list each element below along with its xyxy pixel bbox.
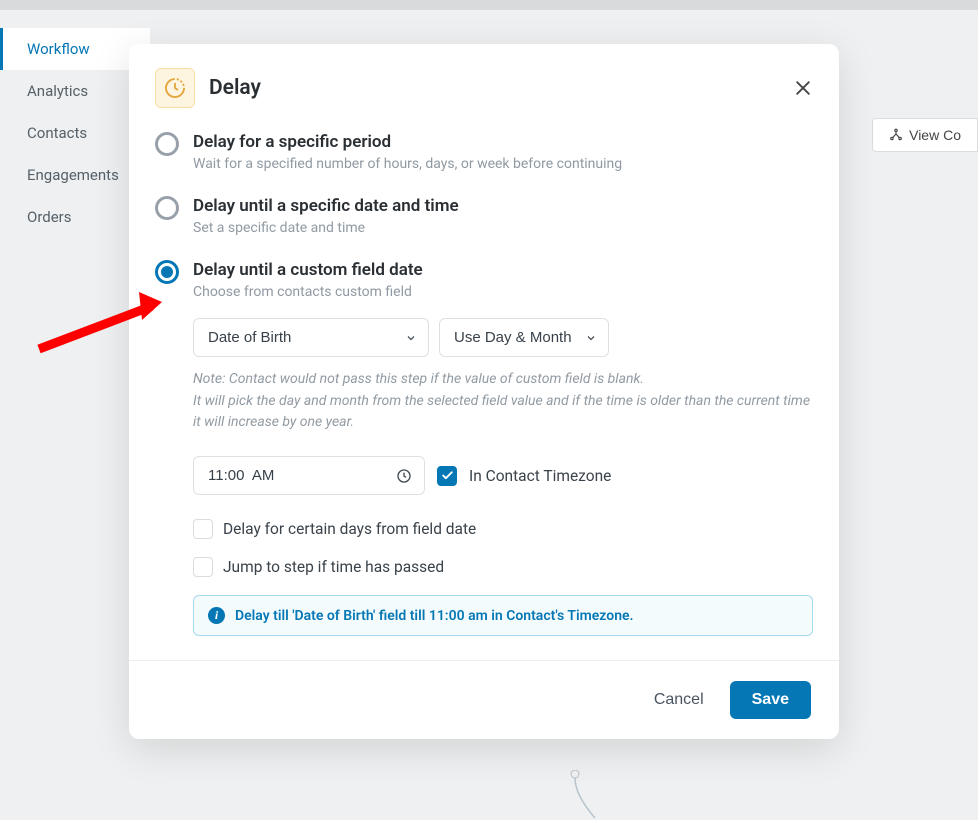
close-icon[interactable] xyxy=(793,78,813,98)
jump-checkbox[interactable] xyxy=(193,557,213,577)
radio-title: Delay for a specific period xyxy=(193,132,813,152)
date-mode-select[interactable]: Use Day & Month xyxy=(439,318,609,357)
cancel-button[interactable]: Cancel xyxy=(650,683,708,717)
radio-desc: Set a specific date and time xyxy=(193,220,813,236)
radio-title: Delay until a specific date and time xyxy=(193,196,813,216)
clock-icon xyxy=(396,468,412,484)
timezone-label: In Contact Timezone xyxy=(469,467,611,485)
radio-option-specific-datetime[interactable]: Delay until a specific date and time Set… xyxy=(155,196,813,236)
info-icon: i xyxy=(208,607,225,624)
radio-circle[interactable] xyxy=(155,196,179,220)
info-text: Delay till 'Date of Birth' field till 11… xyxy=(235,608,634,624)
modal-title: Delay xyxy=(209,76,779,100)
delay-days-checkbox[interactable] xyxy=(193,519,213,539)
delay-modal: Delay Delay for a specific period Wait f… xyxy=(129,44,839,739)
delay-icon xyxy=(155,68,195,108)
delay-days-label: Delay for certain days from field date xyxy=(223,520,476,538)
timezone-checkbox[interactable] xyxy=(437,466,457,486)
jump-label: Jump to step if time has passed xyxy=(223,558,444,576)
radio-circle[interactable] xyxy=(155,132,179,156)
radio-circle-selected[interactable] xyxy=(155,260,179,284)
radio-title: Delay until a custom field date xyxy=(193,260,813,280)
time-input[interactable] xyxy=(193,456,425,495)
info-banner: i Delay till 'Date of Birth' field till … xyxy=(193,595,813,636)
custom-field-select[interactable]: Date of Birth xyxy=(193,318,429,357)
note-text: Note: Contact would not pass this step i… xyxy=(193,369,813,434)
radio-option-specific-period[interactable]: Delay for a specific period Wait for a s… xyxy=(155,132,813,172)
radio-desc: Choose from contacts custom field xyxy=(193,284,813,300)
radio-desc: Wait for a specified number of hours, da… xyxy=(193,156,813,172)
save-button[interactable]: Save xyxy=(730,681,811,719)
radio-option-custom-field[interactable]: Delay until a custom field date Choose f… xyxy=(155,260,813,300)
